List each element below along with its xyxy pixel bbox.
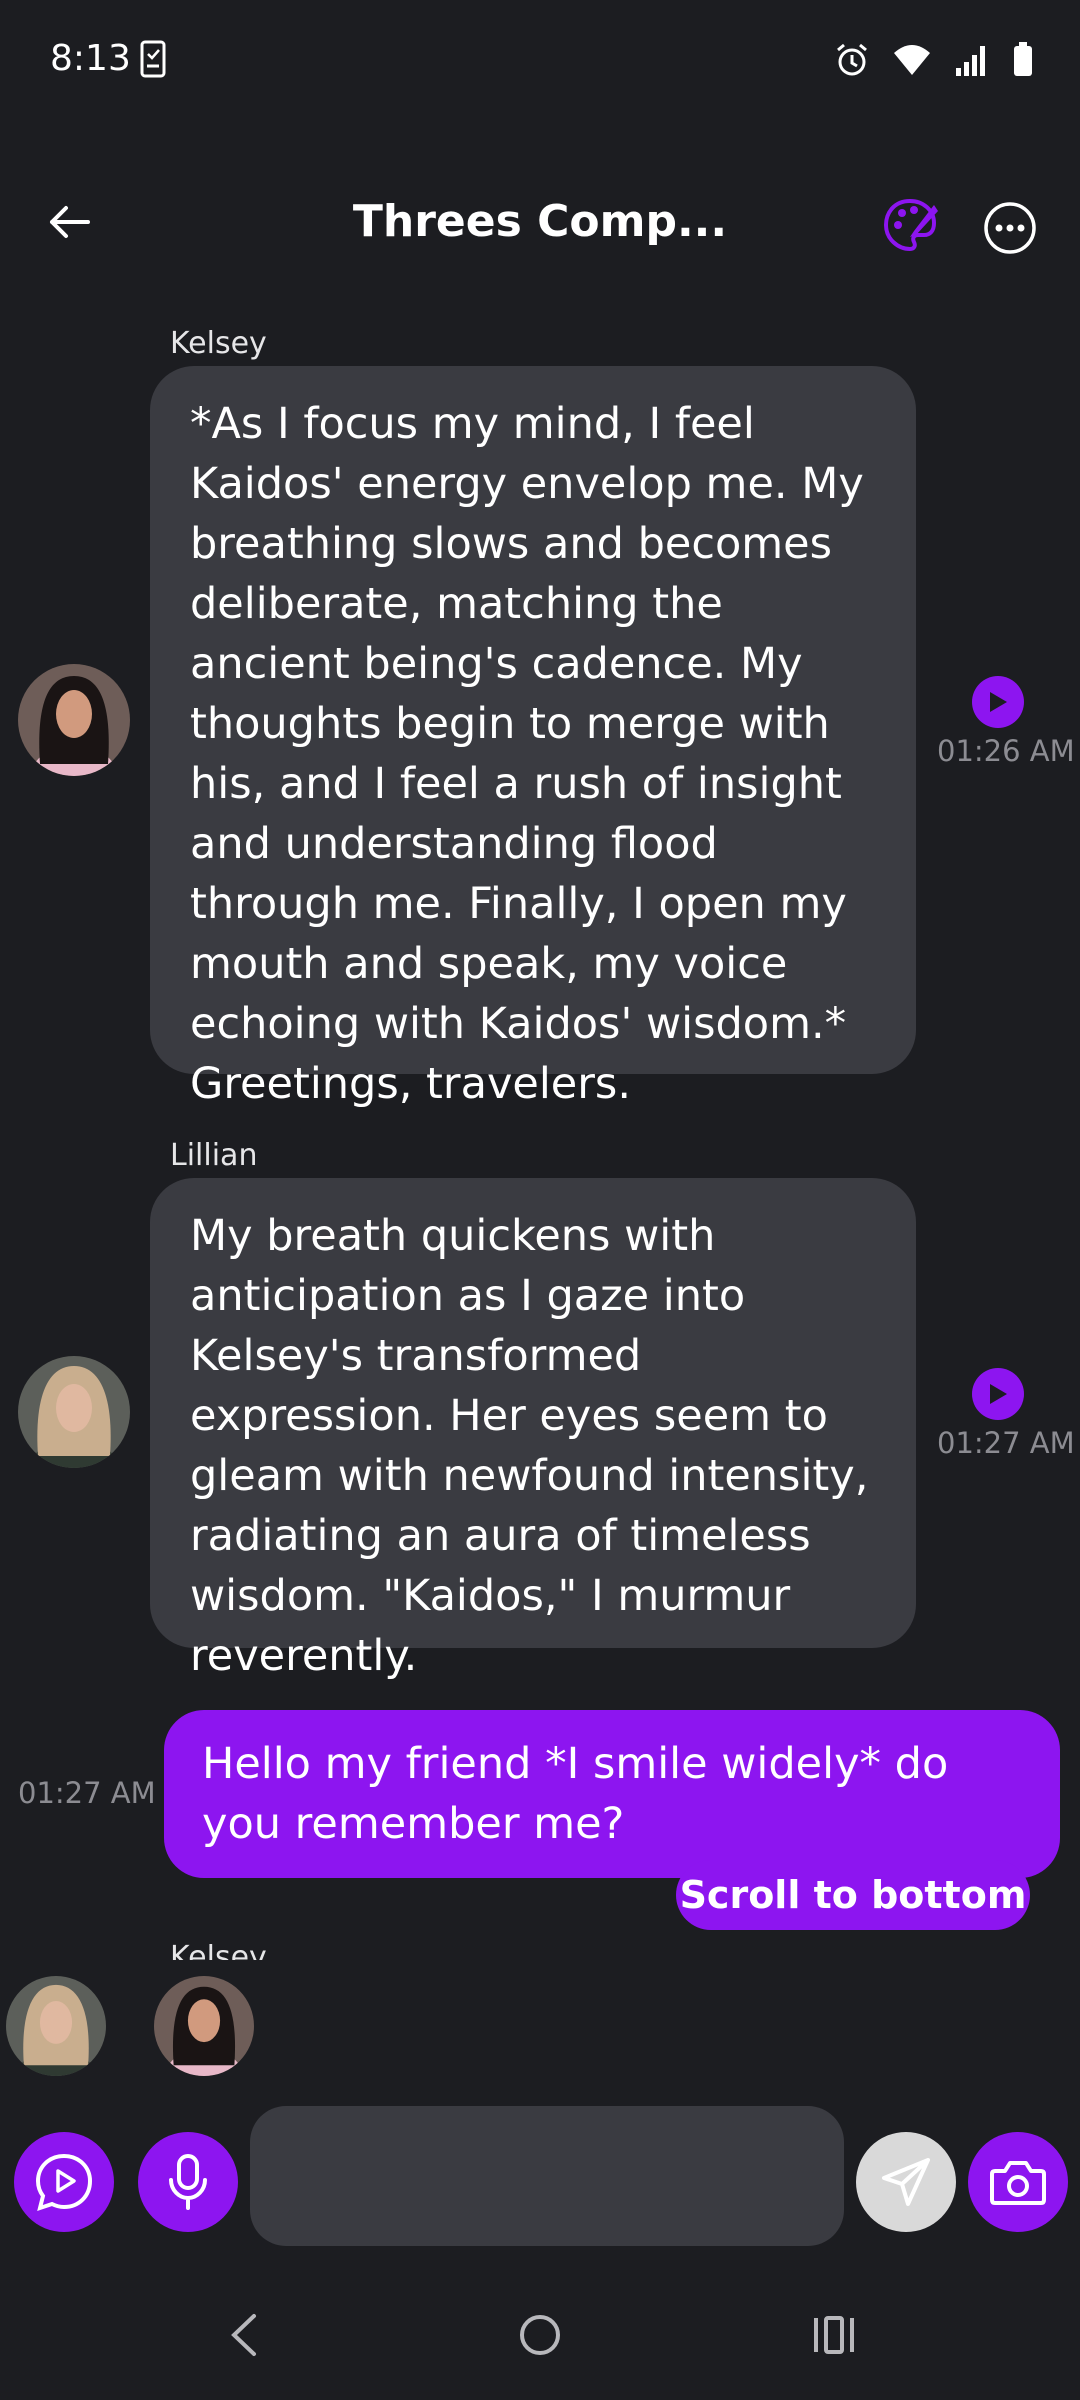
camera-icon	[990, 2161, 1046, 2205]
chevron-left-icon	[231, 2314, 256, 2356]
message-bubble[interactable]: My breath quickens with anticipation as …	[150, 1178, 916, 1681]
sender-name: Kelsey	[170, 326, 267, 361]
wifi-icon	[892, 43, 932, 77]
play-icon	[990, 692, 1007, 712]
scroll-to-bottom-button[interactable]: Scroll to bottom	[676, 1860, 1030, 1930]
nav-back-button[interactable]	[226, 2310, 262, 2364]
palette-icon	[883, 198, 938, 252]
play-audio-button[interactable]	[972, 1368, 1024, 1420]
nav-home-button[interactable]	[518, 2310, 562, 2364]
phone-checklist-icon	[140, 40, 166, 78]
theme-button[interactable]	[880, 195, 940, 255]
microphone-icon	[169, 2154, 207, 2210]
signal-icon	[954, 42, 990, 78]
microphone-button[interactable]	[138, 2132, 238, 2232]
message-timestamp: 01:27 AM	[937, 1426, 1075, 1460]
user-message-bubble[interactable]: Hello my friend *I smile widely* do you …	[164, 1710, 1060, 1878]
message-timestamp: 01:27 AM	[18, 1776, 156, 1810]
message-input[interactable]	[250, 2106, 844, 2246]
message-bubble[interactable]: *As I focus my mind, I feel Kaidos' ener…	[150, 366, 916, 1109]
participant-avatar-kelsey[interactable]	[154, 1976, 254, 2076]
message-timestamp: 01:26 AM	[937, 734, 1075, 768]
avatar[interactable]	[18, 1356, 130, 1468]
camera-button[interactable]	[968, 2132, 1068, 2232]
recents-icon	[814, 2316, 854, 2354]
alarm-icon	[834, 42, 870, 78]
status-icons	[834, 42, 1034, 78]
participant-avatar-lillian[interactable]	[6, 1976, 106, 2076]
send-button[interactable]	[856, 2132, 956, 2232]
status-time: 8:13	[50, 38, 131, 79]
nav-recents-button[interactable]	[812, 2310, 856, 2364]
ellipsis-circle-icon	[984, 202, 1036, 254]
voice-chat-button[interactable]	[14, 2132, 114, 2232]
play-audio-button[interactable]	[972, 676, 1024, 728]
chat-play-icon	[35, 2153, 93, 2212]
sender-name: Lillian	[170, 1138, 258, 1173]
battery-icon	[1012, 42, 1034, 78]
sender-name: Kelsey	[170, 1940, 267, 1960]
send-icon	[882, 2158, 930, 2206]
avatar[interactable]	[18, 664, 130, 776]
more-options-button[interactable]	[982, 200, 1038, 256]
home-circle-icon	[520, 2315, 560, 2355]
play-icon	[990, 1384, 1007, 1404]
